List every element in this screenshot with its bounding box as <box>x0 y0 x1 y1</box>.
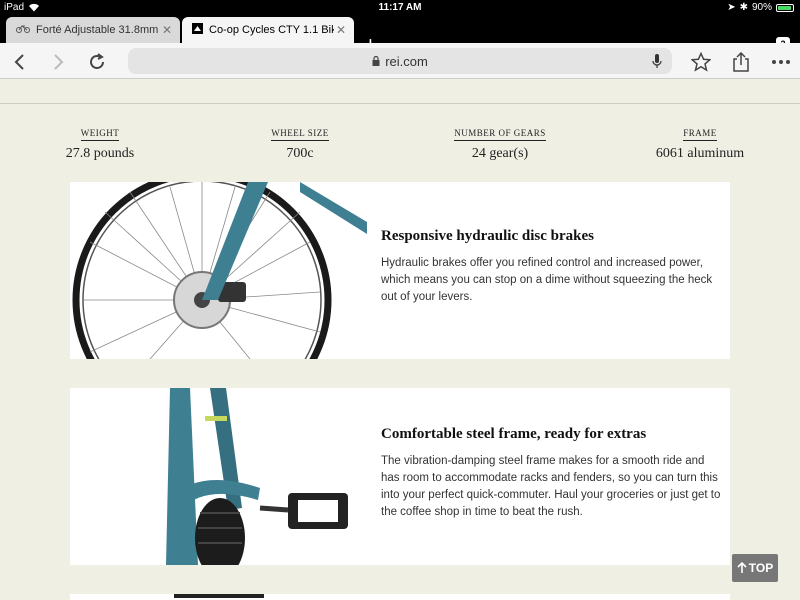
star-icon <box>691 52 711 72</box>
bluetooth-icon: ✱ <box>739 2 748 13</box>
share-icon <box>733 52 749 72</box>
page-content: WEIGHT 27.8 pounds WHEEL SIZE 700c NUMBE… <box>0 80 800 600</box>
spec-label: WHEEL SIZE <box>271 128 329 141</box>
reload-icon <box>90 53 104 69</box>
spec-label: WEIGHT <box>80 128 120 141</box>
feature-description: Hydraulic brakes offer you refined contr… <box>381 257 713 303</box>
handlebar-image <box>174 594 264 598</box>
feature-title: Comfortable steel frame, ready for extra… <box>381 426 647 442</box>
tab-forte[interactable]: Forté Adjustable 31.8mm St ✕ <box>6 17 180 43</box>
feature-card-partial <box>70 594 730 600</box>
battery-icon <box>776 3 794 12</box>
more-button[interactable] <box>770 51 792 73</box>
chevron-left-icon <box>14 54 24 70</box>
bookmark-button[interactable] <box>690 51 712 73</box>
rei-favicon-icon <box>192 23 203 37</box>
reload-button[interactable] <box>86 51 108 73</box>
close-icon[interactable]: ✕ <box>334 23 348 37</box>
status-time: 11:17 AM <box>378 2 422 13</box>
tab-bar: Forté Adjustable 31.8mm St ✕ Co-op Cycle… <box>0 16 800 56</box>
feature-title: Responsive hydraulic disc brakes <box>381 228 594 244</box>
back-to-top-button[interactable]: TOP <box>732 554 778 582</box>
spec-number-of-gears: NUMBER OF GEARS 24 gear(s) <box>425 123 575 162</box>
spec-label: FRAME <box>683 128 717 141</box>
steel-frame-pedal-image <box>70 388 367 565</box>
status-bar: iPad 11:17 AM ➤ ✱ 90% <box>0 0 800 16</box>
feature-card-frame: Comfortable steel frame, ready for extra… <box>70 388 730 565</box>
spec-value: 24 gear(s) <box>471 146 529 161</box>
divider <box>0 103 800 104</box>
spec-weight: WEIGHT 27.8 pounds <box>25 123 175 162</box>
address-bar[interactable]: rei.com <box>128 48 672 74</box>
microphone-icon[interactable] <box>652 53 662 72</box>
top-label: TOP <box>748 561 774 575</box>
disc-brake-wheel-image <box>70 182 367 359</box>
lock-icon <box>372 56 380 66</box>
bike-icon <box>16 24 30 36</box>
tab-coop-cycles[interactable]: Co-op Cycles CTY 1.1 Bike ✕ <box>182 17 354 43</box>
battery-percent: 90% <box>751 2 772 13</box>
feature-description: The vibration-damping steel frame makes … <box>381 455 721 518</box>
arrow-up-icon <box>737 562 747 573</box>
tab-title: Forté Adjustable 31.8mm St <box>36 24 160 36</box>
spec-label: NUMBER OF GEARS <box>454 128 546 141</box>
url-text: rei.com <box>385 53 428 69</box>
ellipsis-icon <box>772 60 790 64</box>
back-button[interactable] <box>8 51 30 73</box>
browser-toolbar: rei.com <box>0 43 800 79</box>
location-icon: ➤ <box>727 2 736 13</box>
spec-value: 6061 aluminum <box>655 146 745 161</box>
forward-button[interactable] <box>48 51 70 73</box>
close-icon[interactable]: ✕ <box>160 23 174 37</box>
spec-value: 700c <box>286 146 314 161</box>
tab-title: Co-op Cycles CTY 1.1 Bike <box>209 24 334 36</box>
spec-value: 27.8 pounds <box>65 146 135 161</box>
spec-frame: FRAME 6061 aluminum <box>625 123 775 162</box>
spec-wheel-size: WHEEL SIZE 700c <box>225 123 375 162</box>
share-button[interactable] <box>730 51 752 73</box>
chevron-right-icon <box>54 54 64 70</box>
feature-card-brakes: Responsive hydraulic disc brakes Hydraul… <box>70 182 730 359</box>
